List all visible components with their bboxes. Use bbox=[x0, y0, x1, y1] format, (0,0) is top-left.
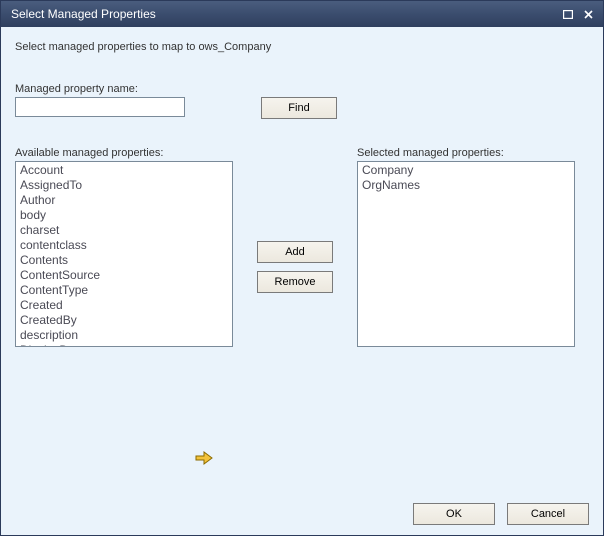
close-icon[interactable] bbox=[579, 6, 597, 22]
list-item[interactable]: Account bbox=[18, 163, 230, 178]
cancel-button[interactable]: Cancel bbox=[507, 503, 589, 525]
list-item[interactable]: ContentSource bbox=[18, 268, 230, 283]
available-listbox[interactable]: AccountAssignedToAuthorbodycharsetconten… bbox=[15, 161, 233, 347]
property-name-input[interactable] bbox=[15, 97, 185, 117]
list-item[interactable]: OrgNames bbox=[360, 178, 572, 193]
selected-label: Selected managed properties: bbox=[357, 147, 575, 159]
list-item[interactable]: Author bbox=[18, 193, 230, 208]
instruction-text: Select managed properties to map to ows_… bbox=[15, 41, 589, 53]
list-item[interactable]: AssignedTo bbox=[18, 178, 230, 193]
list-item[interactable]: Company bbox=[360, 163, 572, 178]
list-item[interactable]: description bbox=[18, 328, 230, 343]
list-item[interactable]: body bbox=[18, 208, 230, 223]
list-item[interactable]: charset bbox=[18, 223, 230, 238]
list-item[interactable]: Contents bbox=[18, 253, 230, 268]
maximize-icon[interactable] bbox=[559, 6, 577, 22]
list-item[interactable]: ContentType bbox=[18, 283, 230, 298]
list-item[interactable]: CreatedBy bbox=[18, 313, 230, 328]
list-item[interactable]: Created bbox=[18, 298, 230, 313]
dialog-window: Select Managed Properties Select managed… bbox=[0, 0, 604, 536]
window-title: Select Managed Properties bbox=[11, 7, 557, 21]
dialog-content: Select managed properties to map to ows_… bbox=[1, 27, 603, 535]
find-button[interactable]: Find bbox=[261, 97, 337, 119]
search-label: Managed property name: bbox=[15, 83, 589, 95]
titlebar: Select Managed Properties bbox=[1, 1, 603, 27]
list-item[interactable]: contentclass bbox=[18, 238, 230, 253]
list-item[interactable]: DisplayDate bbox=[18, 343, 230, 347]
available-label: Available managed properties: bbox=[15, 147, 233, 159]
ok-button[interactable]: OK bbox=[413, 503, 495, 525]
add-button[interactable]: Add bbox=[257, 241, 333, 263]
remove-button[interactable]: Remove bbox=[257, 271, 333, 293]
arrow-right-icon bbox=[195, 451, 213, 465]
selected-listbox[interactable]: CompanyOrgNames bbox=[357, 161, 575, 347]
